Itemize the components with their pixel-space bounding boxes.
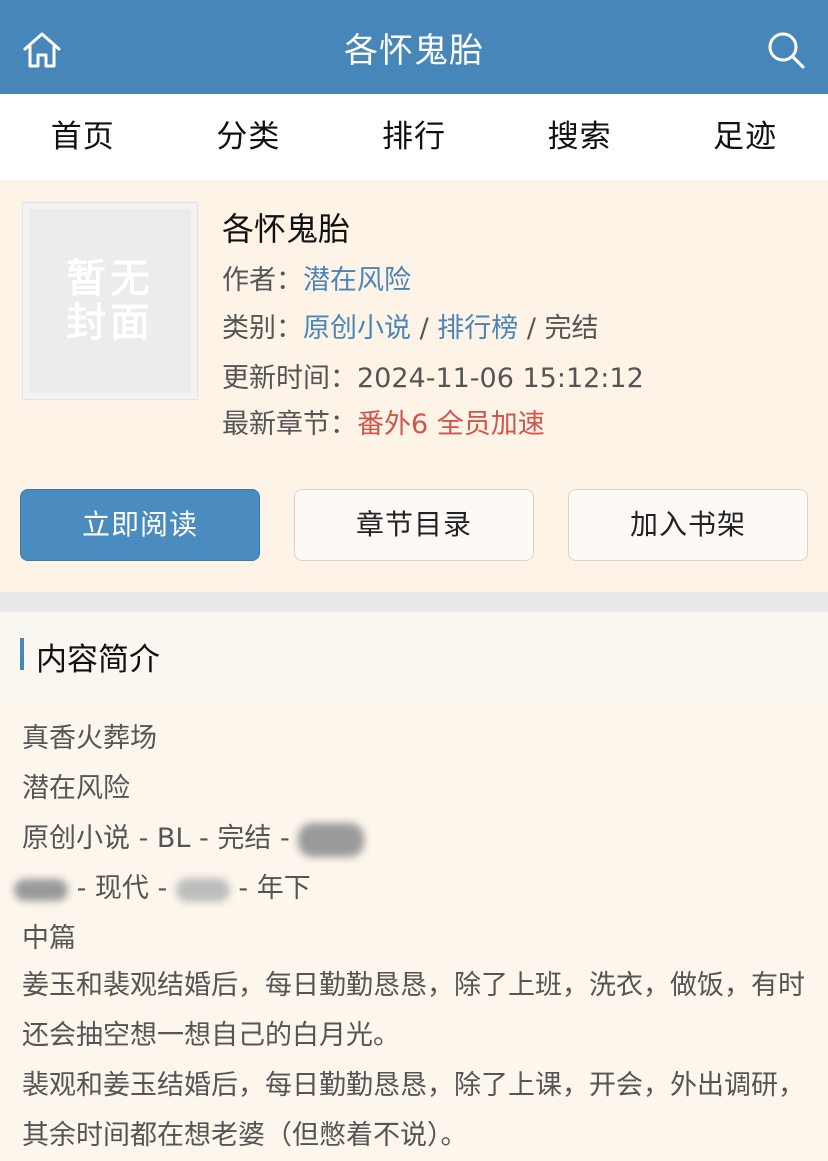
author-link[interactable]: 潜在风险	[303, 265, 411, 296]
redacted-tag	[14, 878, 68, 901]
updated-time: 2024-11-06 15:12:12	[357, 363, 644, 394]
nav-item-history[interactable]: 足迹	[662, 94, 828, 180]
intro-paragraph: 姜玉和裴观结婚后，每日勤勤恳恳，除了上班，洗衣，做饭，有时还会抽空想一想自己的白…	[22, 970, 805, 1051]
updated-label: 更新时间：	[222, 363, 357, 394]
read-now-button[interactable]: 立即阅读	[20, 489, 260, 561]
intro-content: 真香火葬场 潜在风险 原创小说 - BL - 完结 - - 现代 - - 年下 …	[0, 696, 828, 1161]
category-separator: /	[518, 313, 545, 344]
book-info: 暂无封面 各怀鬼胎 作者：潜在风险 类别：原创小说 / 排行榜 / 完结 更新时…	[0, 180, 828, 592]
latest-chapter-link[interactable]: 番外6 全员加速	[357, 409, 545, 440]
nav-item-home[interactable]: 首页	[0, 94, 166, 180]
intro-line: 中篇	[22, 923, 76, 954]
intro-tags-line: 原创小说 - BL - 完结 -	[22, 816, 365, 857]
search-icon[interactable]	[766, 30, 806, 70]
nav-item-search[interactable]: 搜索	[497, 94, 663, 180]
main-nav: 首页 分类 排行 搜索 足迹	[0, 94, 828, 180]
section-divider	[0, 592, 828, 612]
category-separator: /	[411, 313, 438, 344]
nav-item-ranking[interactable]: 排行	[331, 94, 497, 180]
status-text: 完结	[544, 313, 599, 344]
page-title: 各怀鬼胎	[344, 30, 484, 71]
latest-chapter-row: 最新章节：番外6 全员加速	[222, 402, 545, 441]
author-row: 作者：潜在风险	[222, 258, 411, 297]
cover-placeholder-text: 暂无封面	[66, 256, 154, 346]
category-link[interactable]: 原创小说	[303, 313, 411, 344]
intro-tags-text: 原创小说 - BL - 完结 -	[22, 823, 290, 854]
updated-row: 更新时间：2024-11-06 15:12:12	[222, 356, 644, 395]
intro-tags-line: - 现代 - - 年下	[14, 866, 311, 905]
top-bar: 各怀鬼胎	[0, 0, 828, 94]
intro-line: 潜在风险	[22, 773, 130, 804]
latest-chapter-label: 最新章节：	[222, 409, 357, 440]
section-accent-bar	[20, 638, 24, 670]
chapter-list-button[interactable]: 章节目录	[294, 489, 534, 561]
category-label: 类别：	[222, 313, 303, 344]
intro-tags-text: - 年下	[229, 873, 311, 904]
nav-item-category[interactable]: 分类	[166, 94, 332, 180]
book-cover: 暂无封面	[22, 202, 198, 400]
book-title: 各怀鬼胎	[222, 210, 351, 248]
intro-line: 真香火葬场	[22, 723, 157, 754]
intro-heading: 内容简介	[36, 642, 160, 678]
add-to-shelf-button[interactable]: 加入书架	[568, 489, 808, 561]
author-label: 作者：	[222, 265, 303, 296]
intro-paragraph: 裴观和姜玉结婚后，每日勤勤恳恳，除了上课，开会，外出调研，其余时间都在想老婆（但…	[22, 1070, 805, 1151]
ranking-link[interactable]: 排行榜	[437, 313, 518, 344]
home-icon[interactable]	[20, 28, 64, 72]
redacted-tag	[298, 822, 365, 857]
category-row: 类别：原创小说 / 排行榜 / 完结	[222, 306, 599, 345]
intro-section-header: 内容简介	[0, 612, 828, 696]
redacted-tag	[175, 877, 230, 902]
intro-tags-text: - 现代 -	[68, 873, 176, 904]
